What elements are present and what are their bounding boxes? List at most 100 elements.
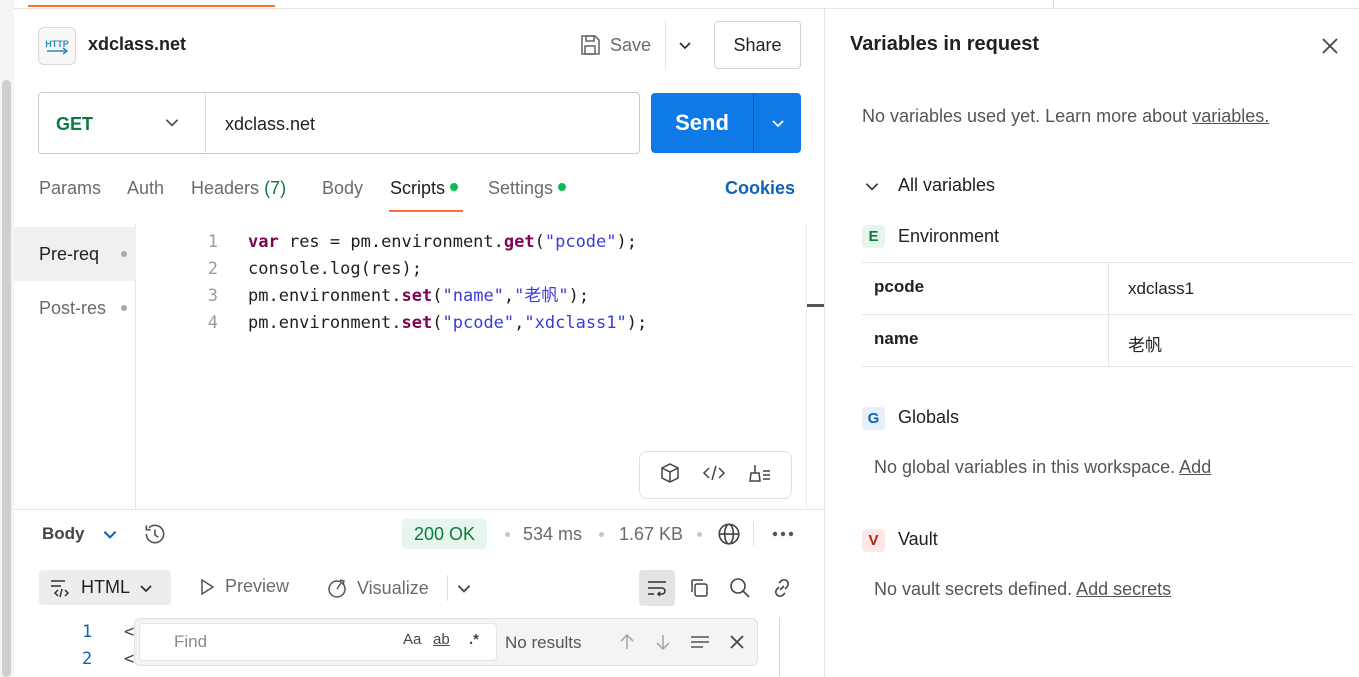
visualize-icon [328, 579, 346, 598]
active-tab-underline [389, 210, 463, 212]
method-select[interactable]: GET [56, 114, 93, 135]
postman-window: HTTP xdclass.net Save Share GET xdclass.… [0, 0, 1359, 677]
environment-badge: E [862, 225, 885, 248]
chevron-down-icon [679, 42, 691, 50]
meta-separator [697, 532, 702, 537]
add-secrets-link[interactable]: Add secrets [1076, 579, 1171, 599]
post-response-dot [121, 305, 127, 311]
add-global-link[interactable]: Add [1179, 457, 1211, 477]
tool-divider [447, 575, 448, 601]
all-variables-chevron-icon[interactable] [863, 177, 881, 200]
find-next-button[interactable] [651, 630, 675, 654]
environment-heading: Environment [898, 226, 1000, 246]
script-scrollbar[interactable] [806, 224, 825, 509]
visualize-button[interactable]: Visualize [325, 576, 429, 600]
pre-request-label: Pre-req [39, 243, 100, 264]
history-icon[interactable] [142, 521, 168, 552]
http-request-icon: HTTP [38, 27, 76, 65]
find-status: No results [505, 633, 582, 652]
line-number: 2 [82, 649, 93, 669]
url-input[interactable]: xdclass.net [225, 114, 315, 135]
regex-toggle[interactable]: .* [469, 631, 479, 648]
tab-scripts[interactable]: Scripts [390, 178, 459, 199]
send-button-group: Send [651, 93, 801, 153]
tab-auth[interactable]: Auth [127, 178, 164, 199]
tab-headers[interactable]: Headers (7) [191, 178, 286, 199]
broom-icon[interactable] [747, 461, 773, 490]
url-divider [205, 93, 206, 153]
tab-settings[interactable]: Settings [488, 178, 567, 199]
copy-button[interactable] [681, 570, 717, 606]
link-button[interactable] [764, 570, 800, 606]
post-response-label: Post-res [39, 297, 107, 318]
url-bar: GET xdclass.net [38, 92, 640, 154]
response-time[interactable]: 534 ms [523, 524, 582, 545]
share-button[interactable]: Share [714, 21, 801, 69]
send-options-button[interactable] [754, 93, 801, 153]
variables-intro-text: No variables used yet. Learn more about [862, 106, 1188, 126]
close-panel-button[interactable] [1319, 35, 1341, 57]
script-pre-request[interactable]: Pre-req [14, 227, 136, 281]
arrow-down-icon [656, 635, 670, 651]
response-size[interactable]: 1.67 KB [619, 524, 683, 545]
response-scrollbar[interactable] [779, 618, 780, 677]
response-format-label: HTML [81, 577, 130, 597]
globals-badge: G [862, 407, 885, 430]
status-badge[interactable]: 200 OK [402, 519, 488, 549]
response-format-select[interactable]: HTML [39, 570, 171, 605]
all-variables-toggle[interactable]: All variables [898, 175, 995, 196]
lines-icon [691, 636, 709, 648]
code-snippet-icon[interactable] [701, 461, 727, 490]
code-line-1: var res = pm.environment.get("pcode"); [248, 232, 637, 252]
chevron-down-icon[interactable] [455, 579, 473, 602]
response-body-select[interactable]: Body [42, 524, 85, 544]
wrap-lines-button[interactable] [639, 570, 675, 606]
line-number: 1 [207, 232, 218, 252]
scroll-marker [807, 304, 825, 307]
cookies-link[interactable]: Cookies [725, 178, 795, 199]
save-label: Save [610, 34, 652, 55]
variable-key: pcode [874, 277, 925, 296]
script-post-response[interactable]: Post-res [14, 281, 136, 335]
save-button[interactable]: Save [578, 30, 651, 60]
find-in-selection-button[interactable] [688, 630, 712, 654]
meta-separator [599, 532, 604, 537]
scrollbar-thumb[interactable] [2, 80, 11, 677]
column-divider [1108, 263, 1109, 314]
response-line-1: < [124, 622, 135, 642]
chevron-down-icon [771, 120, 784, 128]
more-options-icon[interactable] [771, 526, 795, 547]
whole-word-toggle[interactable]: ab [433, 631, 450, 648]
preview-button[interactable]: Preview [197, 576, 289, 597]
table-row[interactable]: name 老帆 [862, 315, 1354, 367]
search-icon [730, 578, 750, 598]
search-button[interactable] [722, 570, 758, 606]
find-close-button[interactable] [725, 630, 749, 654]
request-title[interactable]: xdclass.net [88, 34, 186, 55]
wrap-icon [648, 581, 666, 597]
visualize-label: Visualize [357, 577, 429, 598]
package-icon[interactable] [658, 461, 682, 490]
tab-body[interactable]: Body [322, 178, 363, 199]
chevron-down-icon[interactable] [101, 525, 119, 548]
send-button[interactable]: Send [651, 93, 753, 153]
table-row[interactable]: pcode xdclass1 [862, 263, 1354, 315]
format-icon [51, 579, 70, 597]
response-divider[interactable] [14, 509, 824, 510]
save-options-button[interactable] [674, 34, 696, 56]
line-number: 1 [82, 622, 93, 642]
copy-icon [691, 579, 708, 597]
code-line-4: pm.environment.set("pcode","xdclass1"); [248, 313, 648, 333]
globe-icon[interactable] [716, 521, 742, 552]
match-case-toggle[interactable]: Aa [403, 631, 421, 648]
find-previous-button[interactable] [615, 630, 639, 654]
active-tab-indicator [28, 5, 275, 7]
variable-value: 老帆 [1128, 336, 1162, 355]
left-scrollbar[interactable] [0, 0, 14, 677]
method-chevron-icon[interactable] [163, 113, 181, 136]
tab-settings-label: Settings [488, 178, 554, 198]
variables-doc-link[interactable]: variables. [1192, 106, 1269, 126]
response-line-2: < [124, 649, 135, 669]
find-bar: Find Aa ab .* No results [134, 618, 758, 666]
tab-params[interactable]: Params [39, 178, 101, 199]
